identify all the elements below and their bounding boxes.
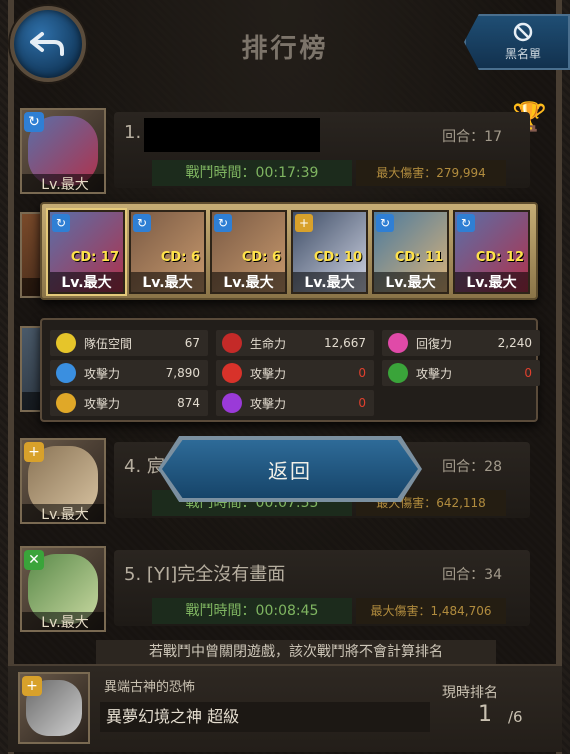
row-info: 5. [YI]完全沒有畫面 回合：34 戰鬥時間：00:08:45 最大傷害：1… [114, 550, 530, 626]
stat-wood-rune: 攻擊力 0 [382, 360, 540, 386]
level-label: Lv.最大 [50, 272, 123, 292]
round-count: 回合：34 [442, 567, 502, 583]
max-damage: 最大傷害：1,484,706 [356, 598, 506, 624]
heart-icon [388, 333, 408, 353]
rank-number: 1. [124, 122, 142, 143]
fire-rune-icon [222, 363, 242, 383]
return-button[interactable]: 返回 [162, 440, 418, 498]
stat-flag: 隊伍空間 67 [50, 330, 208, 356]
life-drop-icon [222, 333, 242, 353]
wood-attribute-icon: ✕ [24, 550, 44, 570]
cooldown-label: CD: 17 [70, 250, 119, 265]
stat-fire-rune: 攻擊力 0 [216, 360, 374, 386]
stat-heart: 回復力 2,240 [382, 330, 540, 356]
stat-value: 7,890 [165, 366, 200, 380]
stat-life-drop: 生命力 12,667 [216, 330, 374, 356]
blacklist-button[interactable]: 黑名單 [464, 14, 570, 70]
attribute-icon: ↻ [52, 214, 70, 232]
stat-value: 0 [524, 366, 532, 380]
player-name-text: [YI]完全沒有畫面 [146, 564, 286, 585]
cooldown-label: CD: 6 [241, 250, 281, 265]
level-label: Lv.最大 [22, 612, 104, 630]
stat-label: 攻擊力 [84, 366, 121, 381]
prohibited-icon [513, 22, 533, 42]
level-label: Lv.最大 [293, 272, 366, 292]
stat-label: 攻擊力 [250, 396, 287, 411]
ranking-row[interactable]: ✕ Lv.最大 5. [YI]完全沒有畫面 回合：34 戰鬥時間：00:08:4… [18, 546, 530, 632]
stat-label: 攻擊力 [250, 366, 287, 381]
redacted-name [144, 118, 320, 152]
rank-number: 4. [124, 456, 142, 477]
stat-label: 生命力 [250, 336, 287, 351]
battle-time: 戰鬥時間：00:08:45 [152, 598, 352, 624]
team-card[interactable]: + CD: 10 Lv.最大 [291, 210, 368, 294]
level-label: Lv.最大 [22, 174, 104, 192]
light-attribute-icon: + [22, 676, 42, 696]
stat-value: 0 [358, 366, 366, 380]
blacklist-label: 黑名單 [504, 47, 541, 61]
cooldown-label: CD: 11 [394, 250, 443, 265]
level-label: Lv.最大 [455, 272, 528, 292]
cooldown-label: CD: 12 [475, 250, 524, 265]
stat-value: 2,240 [497, 336, 532, 350]
wood-rune-icon [388, 363, 408, 383]
team-card[interactable]: ↻ CD: 6 Lv.最大 [210, 210, 287, 294]
stage-name: 異夢幻境之神 超級 [100, 702, 430, 732]
light-attribute-icon: + [24, 442, 44, 462]
water-rune-icon [56, 363, 76, 383]
level-label: Lv.最大 [22, 504, 104, 522]
cooldown-label: CD: 10 [313, 250, 362, 265]
stat-label: 回復力 [416, 336, 453, 351]
stat-value: 12,667 [324, 336, 366, 350]
stat-dark-rune: 攻擊力 0 [216, 390, 374, 416]
footer-panel: + 異端古神的恐怖 異夢幻境之神 超級 現時排名 1 /6 [8, 664, 562, 752]
ranking-row[interactable]: ↻ Lv.最大 1. 回合：17 戰鬥時間：00:17:39 最大傷害：279,… [18, 108, 530, 194]
stat-water-rune: 攻擊力 7,890 [50, 360, 208, 386]
dark-rune-icon [222, 393, 242, 413]
avatar: + Lv.最大 [20, 438, 106, 524]
current-rank-label: 現時排名 [442, 685, 498, 701]
attribute-icon: ↻ [214, 214, 232, 232]
team-card[interactable]: ↻ CD: 12 Lv.最大 [453, 210, 530, 294]
team-card[interactable]: ↻ CD: 11 Lv.最大 [372, 210, 449, 294]
stat-light-rune: 攻擊力 874 [50, 390, 208, 416]
stat-label: 攻擊力 [416, 366, 453, 381]
light-rune-icon [56, 393, 76, 413]
stat-value: 0 [358, 396, 366, 410]
team-lineup: ↻ CD: 17 Lv.最大 ↻ CD: 6 Lv.最大 ↻ CD: 6 Lv.最大 + CD: 1… [40, 202, 538, 300]
flag-icon [56, 333, 76, 353]
header: 排行榜 黑名單 [0, 0, 570, 90]
player-name: 5. [YI]完全沒有畫面 [124, 560, 285, 586]
battle-time: 戰鬥時間：00:17:39 [152, 160, 352, 186]
attribute-icon: ↻ [376, 214, 394, 232]
current-rank: 1 [478, 702, 492, 727]
stat-value: 874 [177, 396, 200, 410]
avatar: ✕ Lv.最大 [20, 546, 106, 632]
notice-text: 若戰鬥中曾關閉遊戲，該次戰鬥將不會計算排名 [96, 640, 496, 664]
row-info: 1. 回合：17 戰鬥時間：00:17:39 最大傷害：279,994 [114, 112, 530, 188]
stage-boss-avatar: + [18, 672, 90, 744]
round-count: 回合：28 [442, 459, 502, 475]
stage-subtitle: 異端古神的恐怖 [104, 680, 196, 695]
rank-number: 5. [124, 564, 142, 585]
water-attribute-icon: ↻ [24, 112, 44, 132]
max-damage: 最大傷害：279,994 [356, 160, 506, 186]
player-name: 4. 宸 [124, 452, 165, 478]
stat-value: 67 [184, 336, 200, 350]
level-label: Lv.最大 [131, 272, 204, 292]
team-card[interactable]: ↻ CD: 17 Lv.最大 [48, 210, 125, 294]
attribute-icon: + [295, 214, 313, 232]
stat-label: 攻擊力 [84, 396, 121, 411]
team-card[interactable]: ↻ CD: 6 Lv.最大 [129, 210, 206, 294]
cooldown-label: CD: 6 [160, 250, 200, 265]
stat-label: 隊伍空間 [84, 336, 133, 351]
attribute-icon: ↻ [133, 214, 151, 232]
round-count: 回合：17 [442, 129, 502, 145]
level-label: Lv.最大 [212, 272, 285, 292]
team-stats-panel: 隊伍空間 67 生命力 12,667 回復力 2,240 攻擊力 7,890 攻擊力 0 攻擊力 0 攻… [40, 318, 540, 422]
attribute-icon: ↻ [457, 214, 475, 232]
level-label: Lv.最大 [374, 272, 447, 292]
rank-total: /6 [508, 708, 523, 726]
avatar: ↻ Lv.最大 [20, 108, 106, 194]
